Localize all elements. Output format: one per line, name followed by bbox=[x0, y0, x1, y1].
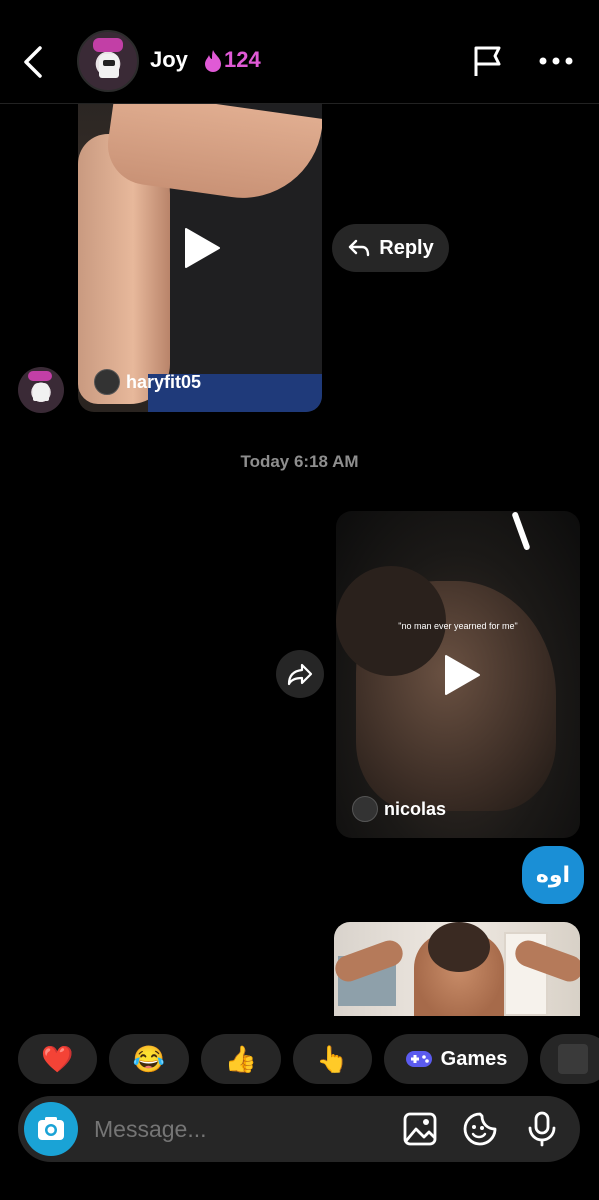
streak-count: 124 bbox=[224, 47, 261, 72]
reply-arrow-icon bbox=[349, 239, 370, 257]
laughing-icon[interactable]: 😂 bbox=[109, 1034, 189, 1084]
chevron-left-icon[interactable] bbox=[18, 42, 48, 82]
sent-text-bubble[interactable]: اوه bbox=[522, 846, 584, 904]
sender-avatar[interactable] bbox=[18, 367, 64, 413]
message-input[interactable] bbox=[94, 1116, 384, 1143]
creator-username: haryfit05 bbox=[126, 371, 202, 392]
play-icon[interactable] bbox=[182, 226, 222, 270]
flag-icon[interactable] bbox=[472, 44, 506, 78]
microphone-icon[interactable] bbox=[524, 1111, 560, 1147]
chat-header: Joy 124 bbox=[0, 0, 599, 104]
thumbs-up-icon[interactable]: 👍 bbox=[201, 1034, 281, 1084]
games-label: Games bbox=[440, 1047, 508, 1070]
received-video-message[interactable]: haryfit05 bbox=[78, 104, 322, 412]
flame-icon bbox=[205, 50, 221, 72]
creator-username: nicolas bbox=[384, 798, 447, 819]
message-composer bbox=[18, 1096, 580, 1162]
reply-label: Reply bbox=[379, 236, 434, 259]
contact-avatar[interactable] bbox=[77, 30, 139, 92]
creator-avatar bbox=[94, 369, 120, 395]
more-horizontal-icon[interactable] bbox=[538, 52, 574, 70]
message-timestamp: Today 6:18 AM bbox=[240, 452, 359, 471]
share-button[interactable] bbox=[276, 650, 324, 698]
sticker-icon[interactable] bbox=[462, 1111, 498, 1147]
camera-button[interactable] bbox=[24, 1102, 78, 1156]
sent-photo-message[interactable] bbox=[334, 922, 580, 1016]
games-button[interactable]: Games bbox=[384, 1034, 528, 1084]
play-icon[interactable] bbox=[442, 653, 482, 697]
more-reaction-item[interactable] bbox=[540, 1034, 599, 1084]
gallery-icon[interactable] bbox=[402, 1111, 438, 1147]
gamepad-icon bbox=[405, 1051, 432, 1067]
reply-button[interactable]: Reply bbox=[332, 224, 449, 272]
sent-video-message[interactable]: "no man ever yearned for me" nicolas bbox=[336, 511, 580, 838]
camera-icon bbox=[38, 1117, 64, 1140]
contact-name[interactable]: Joy bbox=[150, 47, 188, 73]
pointing-up-icon[interactable]: 👆 bbox=[293, 1034, 372, 1084]
quick-reactions-bar: ❤️ 😂 👍 👆 Games bbox=[18, 1034, 599, 1084]
video-credit[interactable]: nicolas bbox=[352, 796, 446, 822]
video-caption: "no man ever yearned for me" bbox=[398, 621, 518, 631]
thumbnail-icon bbox=[558, 1044, 588, 1074]
heart-icon[interactable]: ❤️ bbox=[18, 1034, 97, 1084]
creator-avatar bbox=[352, 796, 378, 822]
video-credit[interactable]: haryfit05 bbox=[94, 369, 201, 395]
share-arrow-icon bbox=[287, 663, 313, 686]
